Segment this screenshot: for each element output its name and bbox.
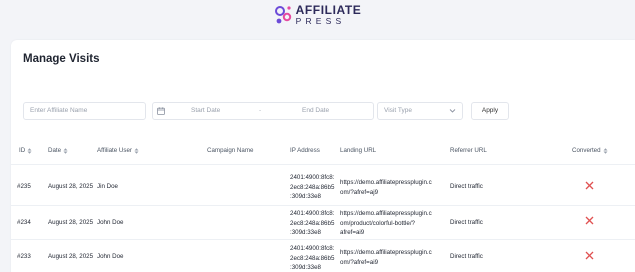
row-landing-url[interactable]: https://demo.affiliatepressplugin.c om/?… [340, 178, 432, 197]
column-header-date[interactable]: Date [48, 147, 68, 154]
row-ip-address: 2401:4900:8fc8: 2ec8:248a:86b5 :309d:33e… [290, 174, 335, 200]
apply-button[interactable]: Apply [471, 102, 509, 120]
visit-type-select[interactable]: Visit Type [377, 102, 463, 120]
row-id: #234 [17, 219, 31, 226]
row-referrer: Direct traffic [450, 183, 483, 190]
page-title: Manage Visits [23, 53, 100, 65]
header-divider [11, 164, 635, 165]
row-date: August 28, 2025 [48, 183, 94, 190]
sort-icon [63, 147, 68, 154]
row-date: August 28, 2025 [48, 253, 94, 260]
column-header-landing-url: Landing URL [340, 147, 377, 154]
not-converted-icon [585, 181, 594, 190]
row-ip-address: 2401:4900:8fc8: 2ec8:248a:86b5 :309d:33e… [290, 245, 335, 271]
top-bar: AFFILIATE PRESS [0, 0, 635, 30]
row-divider [11, 205, 635, 206]
column-header-ip-address: IP Address [290, 147, 320, 154]
row-divider [11, 239, 635, 240]
brand-logo[interactable]: AFFILIATE PRESS [274, 4, 362, 26]
row-landing-url[interactable]: https://demo.affiliatepressplugin.c om/p… [340, 209, 432, 238]
row-landing-url[interactable]: https://demo.affiliatepressplugin.c om/?… [340, 248, 432, 267]
sort-icon [27, 147, 32, 154]
date-range-picker[interactable]: Start Date - End Date [152, 102, 374, 120]
chevron-down-icon [449, 109, 456, 113]
affiliatepress-logo-icon [274, 6, 291, 24]
not-converted-icon [585, 216, 594, 225]
row-affiliate-user[interactable]: John Doe [97, 219, 124, 226]
start-date-field[interactable]: Start Date [191, 103, 220, 119]
column-header-affiliate-user[interactable]: Affiliate User [97, 147, 139, 154]
column-header-id[interactable]: ID [19, 147, 32, 154]
affiliate-name-input[interactable]: Enter Affiliate Name [23, 102, 146, 120]
row-affiliate-user[interactable]: John Doe [97, 253, 124, 260]
row-referrer: Direct traffic [450, 253, 483, 260]
row-ip-address: 2401:4900:8fc8: 2ec8:248a:86b5 :309d:33e… [290, 210, 335, 236]
row-affiliate-user[interactable]: Jin Doe [97, 183, 118, 190]
brand-name: AFFILIATE [295, 3, 362, 18]
sort-icon [603, 147, 608, 154]
row-id: #235 [17, 183, 31, 190]
column-header-referrer-url: Referrer URL [450, 147, 487, 154]
brand-subname: PRESS [295, 16, 346, 27]
row-date: August 28, 2025 [48, 219, 94, 226]
calendar-icon [157, 107, 165, 115]
date-separator: - [259, 107, 262, 114]
column-header-converted[interactable]: Converted [572, 147, 608, 154]
row-referrer: Direct traffic [450, 219, 483, 226]
end-date-field[interactable]: End Date [302, 103, 329, 119]
sort-icon [134, 147, 139, 154]
manage-visits-panel: Manage Visits Enter Affiliate Name Start… [11, 40, 635, 272]
row-id: #233 [17, 253, 31, 260]
visit-type-label: Visit Type [384, 107, 412, 114]
column-header-campaign-name: Campaign Name [207, 147, 254, 154]
not-converted-icon [585, 251, 594, 260]
